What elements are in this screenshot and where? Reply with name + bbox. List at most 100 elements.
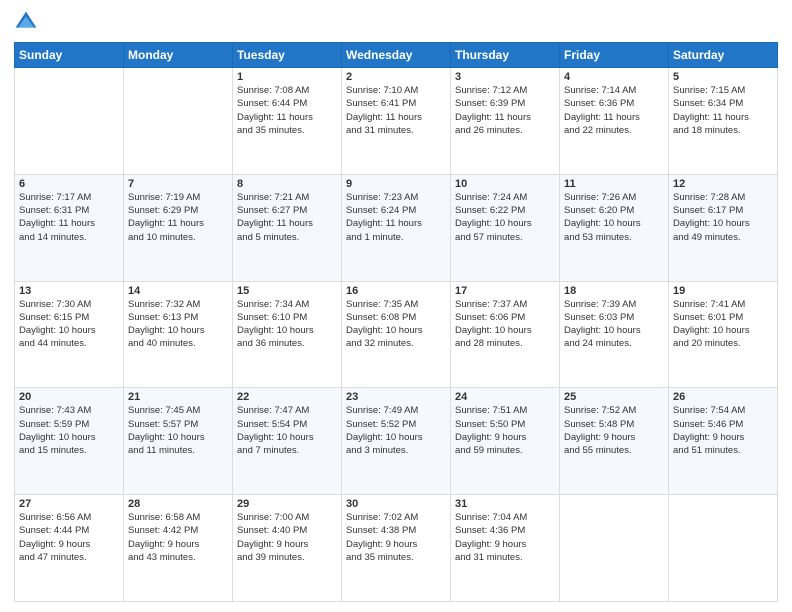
day-number: 4: [564, 71, 664, 83]
day-number: 25: [564, 391, 664, 403]
day-info: Sunrise: 7:41 AM Sunset: 6:01 PM Dayligh…: [673, 298, 773, 351]
day-info: Sunrise: 7:51 AM Sunset: 5:50 PM Dayligh…: [455, 404, 555, 457]
logo: [14, 10, 42, 34]
header: [14, 10, 778, 34]
day-cell: 31Sunrise: 7:04 AM Sunset: 4:36 PM Dayli…: [451, 495, 560, 602]
col-header-thursday: Thursday: [451, 43, 560, 68]
col-header-tuesday: Tuesday: [233, 43, 342, 68]
day-cell: 8Sunrise: 7:21 AM Sunset: 6:27 PM Daylig…: [233, 174, 342, 281]
week-row-1: 1Sunrise: 7:08 AM Sunset: 6:44 PM Daylig…: [15, 68, 778, 175]
day-number: 7: [128, 178, 228, 190]
day-number: 6: [19, 178, 119, 190]
day-cell: 25Sunrise: 7:52 AM Sunset: 5:48 PM Dayli…: [560, 388, 669, 495]
day-number: 17: [455, 285, 555, 297]
day-info: Sunrise: 7:30 AM Sunset: 6:15 PM Dayligh…: [19, 298, 119, 351]
day-number: 27: [19, 498, 119, 510]
logo-icon: [14, 10, 38, 34]
day-cell: 30Sunrise: 7:02 AM Sunset: 4:38 PM Dayli…: [342, 495, 451, 602]
day-number: 28: [128, 498, 228, 510]
day-cell: 11Sunrise: 7:26 AM Sunset: 6:20 PM Dayli…: [560, 174, 669, 281]
day-cell: 1Sunrise: 7:08 AM Sunset: 6:44 PM Daylig…: [233, 68, 342, 175]
day-number: 5: [673, 71, 773, 83]
col-header-wednesday: Wednesday: [342, 43, 451, 68]
day-number: 10: [455, 178, 555, 190]
day-cell: 18Sunrise: 7:39 AM Sunset: 6:03 PM Dayli…: [560, 281, 669, 388]
day-cell: [124, 68, 233, 175]
day-cell: 12Sunrise: 7:28 AM Sunset: 6:17 PM Dayli…: [669, 174, 778, 281]
day-number: 13: [19, 285, 119, 297]
day-info: Sunrise: 6:58 AM Sunset: 4:42 PM Dayligh…: [128, 511, 228, 564]
day-info: Sunrise: 7:34 AM Sunset: 6:10 PM Dayligh…: [237, 298, 337, 351]
day-number: 23: [346, 391, 446, 403]
day-info: Sunrise: 7:47 AM Sunset: 5:54 PM Dayligh…: [237, 404, 337, 457]
day-number: 26: [673, 391, 773, 403]
day-number: 1: [237, 71, 337, 83]
col-header-friday: Friday: [560, 43, 669, 68]
day-info: Sunrise: 7:52 AM Sunset: 5:48 PM Dayligh…: [564, 404, 664, 457]
day-cell: 5Sunrise: 7:15 AM Sunset: 6:34 PM Daylig…: [669, 68, 778, 175]
day-info: Sunrise: 7:23 AM Sunset: 6:24 PM Dayligh…: [346, 191, 446, 244]
day-cell: 22Sunrise: 7:47 AM Sunset: 5:54 PM Dayli…: [233, 388, 342, 495]
day-cell: [560, 495, 669, 602]
calendar-header-row: SundayMondayTuesdayWednesdayThursdayFrid…: [15, 43, 778, 68]
day-info: Sunrise: 7:12 AM Sunset: 6:39 PM Dayligh…: [455, 84, 555, 137]
day-info: Sunrise: 7:43 AM Sunset: 5:59 PM Dayligh…: [19, 404, 119, 457]
day-number: 15: [237, 285, 337, 297]
day-number: 8: [237, 178, 337, 190]
day-number: 21: [128, 391, 228, 403]
col-header-monday: Monday: [124, 43, 233, 68]
day-cell: 10Sunrise: 7:24 AM Sunset: 6:22 PM Dayli…: [451, 174, 560, 281]
week-row-4: 20Sunrise: 7:43 AM Sunset: 5:59 PM Dayli…: [15, 388, 778, 495]
day-cell: 29Sunrise: 7:00 AM Sunset: 4:40 PM Dayli…: [233, 495, 342, 602]
day-info: Sunrise: 7:45 AM Sunset: 5:57 PM Dayligh…: [128, 404, 228, 457]
day-info: Sunrise: 7:37 AM Sunset: 6:06 PM Dayligh…: [455, 298, 555, 351]
day-info: Sunrise: 7:02 AM Sunset: 4:38 PM Dayligh…: [346, 511, 446, 564]
day-number: 18: [564, 285, 664, 297]
day-info: Sunrise: 7:32 AM Sunset: 6:13 PM Dayligh…: [128, 298, 228, 351]
day-info: Sunrise: 7:39 AM Sunset: 6:03 PM Dayligh…: [564, 298, 664, 351]
page: SundayMondayTuesdayWednesdayThursdayFrid…: [0, 0, 792, 612]
day-info: Sunrise: 7:14 AM Sunset: 6:36 PM Dayligh…: [564, 84, 664, 137]
day-cell: 20Sunrise: 7:43 AM Sunset: 5:59 PM Dayli…: [15, 388, 124, 495]
col-header-sunday: Sunday: [15, 43, 124, 68]
day-info: Sunrise: 7:28 AM Sunset: 6:17 PM Dayligh…: [673, 191, 773, 244]
day-cell: 17Sunrise: 7:37 AM Sunset: 6:06 PM Dayli…: [451, 281, 560, 388]
day-info: Sunrise: 7:00 AM Sunset: 4:40 PM Dayligh…: [237, 511, 337, 564]
col-header-saturday: Saturday: [669, 43, 778, 68]
day-info: Sunrise: 7:49 AM Sunset: 5:52 PM Dayligh…: [346, 404, 446, 457]
day-cell: 19Sunrise: 7:41 AM Sunset: 6:01 PM Dayli…: [669, 281, 778, 388]
day-number: 11: [564, 178, 664, 190]
day-cell: 6Sunrise: 7:17 AM Sunset: 6:31 PM Daylig…: [15, 174, 124, 281]
day-info: Sunrise: 7:26 AM Sunset: 6:20 PM Dayligh…: [564, 191, 664, 244]
day-number: 12: [673, 178, 773, 190]
day-info: Sunrise: 7:04 AM Sunset: 4:36 PM Dayligh…: [455, 511, 555, 564]
day-info: Sunrise: 7:19 AM Sunset: 6:29 PM Dayligh…: [128, 191, 228, 244]
day-number: 9: [346, 178, 446, 190]
day-number: 29: [237, 498, 337, 510]
day-info: Sunrise: 7:24 AM Sunset: 6:22 PM Dayligh…: [455, 191, 555, 244]
day-info: Sunrise: 7:35 AM Sunset: 6:08 PM Dayligh…: [346, 298, 446, 351]
day-cell: [15, 68, 124, 175]
day-cell: 2Sunrise: 7:10 AM Sunset: 6:41 PM Daylig…: [342, 68, 451, 175]
day-info: Sunrise: 6:56 AM Sunset: 4:44 PM Dayligh…: [19, 511, 119, 564]
day-number: 19: [673, 285, 773, 297]
day-cell: 21Sunrise: 7:45 AM Sunset: 5:57 PM Dayli…: [124, 388, 233, 495]
day-cell: 4Sunrise: 7:14 AM Sunset: 6:36 PM Daylig…: [560, 68, 669, 175]
day-info: Sunrise: 7:08 AM Sunset: 6:44 PM Dayligh…: [237, 84, 337, 137]
week-row-2: 6Sunrise: 7:17 AM Sunset: 6:31 PM Daylig…: [15, 174, 778, 281]
day-number: 2: [346, 71, 446, 83]
day-number: 14: [128, 285, 228, 297]
day-cell: 16Sunrise: 7:35 AM Sunset: 6:08 PM Dayli…: [342, 281, 451, 388]
day-cell: 23Sunrise: 7:49 AM Sunset: 5:52 PM Dayli…: [342, 388, 451, 495]
week-row-3: 13Sunrise: 7:30 AM Sunset: 6:15 PM Dayli…: [15, 281, 778, 388]
day-cell: 24Sunrise: 7:51 AM Sunset: 5:50 PM Dayli…: [451, 388, 560, 495]
day-number: 30: [346, 498, 446, 510]
day-cell: 15Sunrise: 7:34 AM Sunset: 6:10 PM Dayli…: [233, 281, 342, 388]
day-number: 31: [455, 498, 555, 510]
day-cell: 3Sunrise: 7:12 AM Sunset: 6:39 PM Daylig…: [451, 68, 560, 175]
day-info: Sunrise: 7:17 AM Sunset: 6:31 PM Dayligh…: [19, 191, 119, 244]
day-cell: 9Sunrise: 7:23 AM Sunset: 6:24 PM Daylig…: [342, 174, 451, 281]
day-number: 24: [455, 391, 555, 403]
week-row-5: 27Sunrise: 6:56 AM Sunset: 4:44 PM Dayli…: [15, 495, 778, 602]
day-cell: 27Sunrise: 6:56 AM Sunset: 4:44 PM Dayli…: [15, 495, 124, 602]
